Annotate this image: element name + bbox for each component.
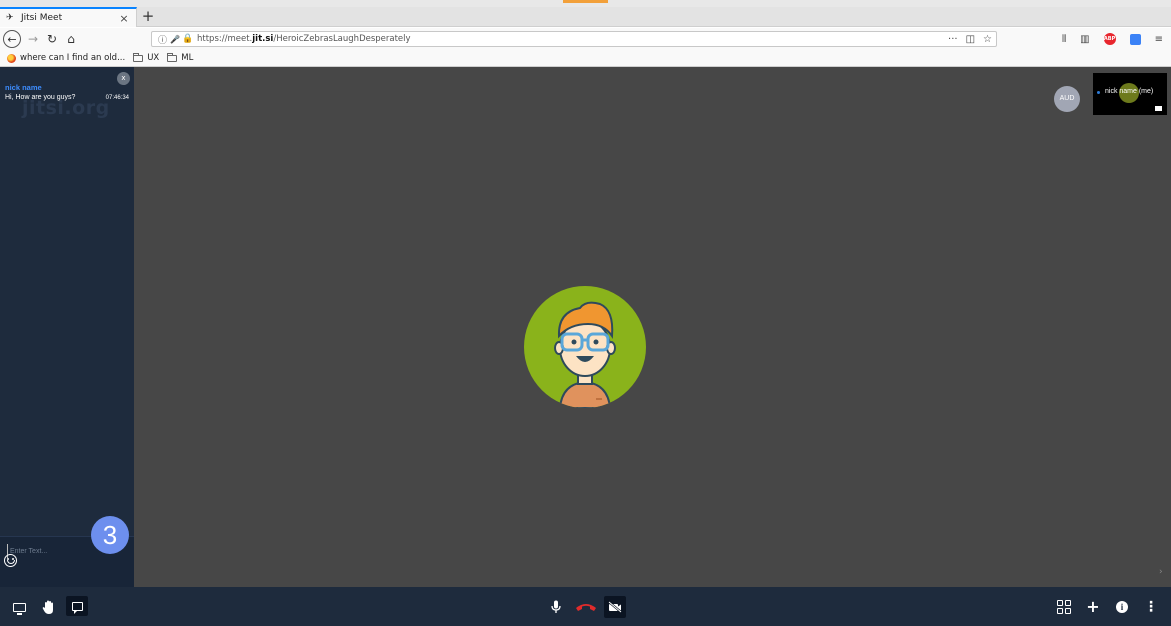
invite-button[interactable]: + bbox=[1084, 598, 1102, 616]
reload-button[interactable]: ↻ bbox=[44, 30, 60, 48]
chat-message-time: 07:46:34 bbox=[105, 95, 129, 101]
lock-icon[interactable]: 🔒 bbox=[182, 34, 194, 44]
chat-unread-badge: 3 bbox=[91, 516, 129, 554]
navigation-bar: ← → ↻ ⌂ ⓘ 🎤 🔒 https://meet.jit.si/Heroic… bbox=[0, 28, 1171, 50]
chat-message: nick name Hi, How are you guys? 07:46:34 bbox=[5, 83, 129, 101]
info-button[interactable]: i bbox=[1113, 598, 1131, 616]
bookmark-folder[interactable]: ML bbox=[167, 52, 194, 63]
reload-icon: ↻ bbox=[46, 32, 58, 46]
firefox-icon bbox=[7, 53, 16, 63]
info-icon: i bbox=[1116, 601, 1128, 613]
url-prefix: https://meet. bbox=[197, 34, 253, 44]
browser-toolbar-right: ⫴ ▥ ABP ≡ bbox=[1062, 31, 1163, 47]
menu-icon[interactable]: ≡ bbox=[1155, 34, 1163, 45]
tab-jitsi-meet[interactable]: ✈ Jitsi Meet × bbox=[0, 7, 137, 27]
url-path: /HeroicZebrasLaughDesperately bbox=[273, 34, 411, 44]
chat-message-row: Hi, How are you guys? 07:46:34 bbox=[5, 94, 129, 101]
back-button[interactable]: ← bbox=[3, 30, 21, 48]
tab-close-icon[interactable]: × bbox=[118, 12, 130, 25]
connection-indicator-icon[interactable] bbox=[1097, 91, 1100, 94]
site-info-icon[interactable]: ⓘ bbox=[158, 33, 168, 46]
bookmark-label: where can I find an old... bbox=[20, 53, 126, 63]
bookmark-star-icon[interactable]: ☆ bbox=[983, 34, 992, 45]
tile-view-button[interactable] bbox=[1055, 598, 1073, 616]
address-bar[interactable]: ⓘ 🎤 🔒 https://meet.jit.si/HeroicZebrasLa… bbox=[151, 31, 997, 47]
chat-toggle-button[interactable] bbox=[66, 596, 88, 616]
camera-off-icon bbox=[608, 601, 622, 613]
bookmarks-bar: where can I find an old... UX ML bbox=[0, 50, 1171, 67]
window-accent bbox=[563, 0, 608, 3]
audio-only-badge[interactable]: AUD bbox=[1054, 86, 1080, 112]
pocket-icon[interactable]: ◫ bbox=[966, 34, 975, 45]
emoji-icon[interactable] bbox=[4, 554, 17, 567]
thumbnail-display-name[interactable]: nick name (me) bbox=[1105, 88, 1153, 95]
url-domain: jit.si bbox=[252, 34, 274, 44]
tab-title: Jitsi Meet bbox=[21, 13, 63, 23]
folder-icon bbox=[167, 52, 178, 62]
hangup-icon bbox=[576, 604, 596, 611]
arrow-right-icon: → bbox=[27, 32, 39, 46]
url-text: https://meet.jit.si/HeroicZebrasLaughDes… bbox=[197, 34, 411, 44]
screen-share-button[interactable] bbox=[10, 598, 28, 616]
translate-icon[interactable] bbox=[1129, 33, 1141, 45]
local-video-thumbnail[interactable]: nick name (me) bbox=[1093, 73, 1167, 115]
chat-message-sender: nick name bbox=[5, 83, 42, 92]
microphone-permission-icon[interactable]: 🎤 bbox=[170, 35, 180, 44]
raise-hand-button[interactable] bbox=[40, 598, 58, 616]
hand-icon bbox=[42, 600, 53, 614]
chat-message-text: Hi, How are you guys? bbox=[5, 94, 76, 101]
jitsi-app: jitsi.org x nick name Hi, How are you gu… bbox=[0, 67, 1171, 626]
user-avatar bbox=[524, 286, 646, 408]
sidebar-icon[interactable]: ▥ bbox=[1080, 34, 1089, 45]
more-options-button[interactable]: ⋮ bbox=[1142, 598, 1160, 616]
chat-icon bbox=[71, 601, 83, 614]
forward-button[interactable]: → bbox=[25, 30, 41, 48]
video-stage: AUD nick name (me) › bbox=[134, 67, 1171, 587]
bottom-toolbar: + i ⋮ bbox=[0, 587, 1171, 626]
hangup-button[interactable] bbox=[574, 598, 598, 616]
jitsi-favicon-icon: ✈ bbox=[6, 13, 14, 23]
grid-icon bbox=[1057, 600, 1071, 614]
window-top-strip bbox=[0, 0, 1171, 7]
bookmark-folder[interactable]: UX bbox=[133, 52, 160, 63]
adblock-icon[interactable]: ABP bbox=[1103, 33, 1116, 45]
more-vertical-icon: ⋮ bbox=[1144, 599, 1158, 615]
page-actions-icon[interactable]: ··· bbox=[948, 34, 958, 45]
home-icon: ⌂ bbox=[67, 32, 75, 46]
bookmark-item[interactable]: where can I find an old... bbox=[7, 53, 125, 63]
new-tab-button[interactable]: + bbox=[140, 8, 156, 25]
bookmark-label: UX bbox=[147, 53, 160, 63]
library-icon[interactable]: ⫴ bbox=[1062, 34, 1066, 45]
camera-button[interactable] bbox=[604, 596, 626, 618]
arrow-left-icon: ← bbox=[7, 32, 17, 46]
url-actions: ··· ◫ ☆ bbox=[948, 32, 992, 46]
video-muted-icon bbox=[1155, 106, 1162, 111]
avatar-illustration bbox=[554, 301, 616, 408]
chevron-right-icon[interactable]: › bbox=[1159, 567, 1163, 577]
tab-bar: ✈ Jitsi Meet × + bbox=[0, 7, 1171, 27]
desktop-icon bbox=[12, 602, 26, 615]
plus-icon: + bbox=[1086, 597, 1100, 616]
bookmark-label: ML bbox=[181, 53, 194, 63]
microphone-button[interactable] bbox=[547, 598, 565, 616]
chat-panel: jitsi.org x nick name Hi, How are you gu… bbox=[0, 67, 134, 587]
microphone-icon bbox=[551, 600, 561, 613]
home-button[interactable]: ⌂ bbox=[63, 30, 79, 48]
folder-icon bbox=[133, 52, 144, 62]
